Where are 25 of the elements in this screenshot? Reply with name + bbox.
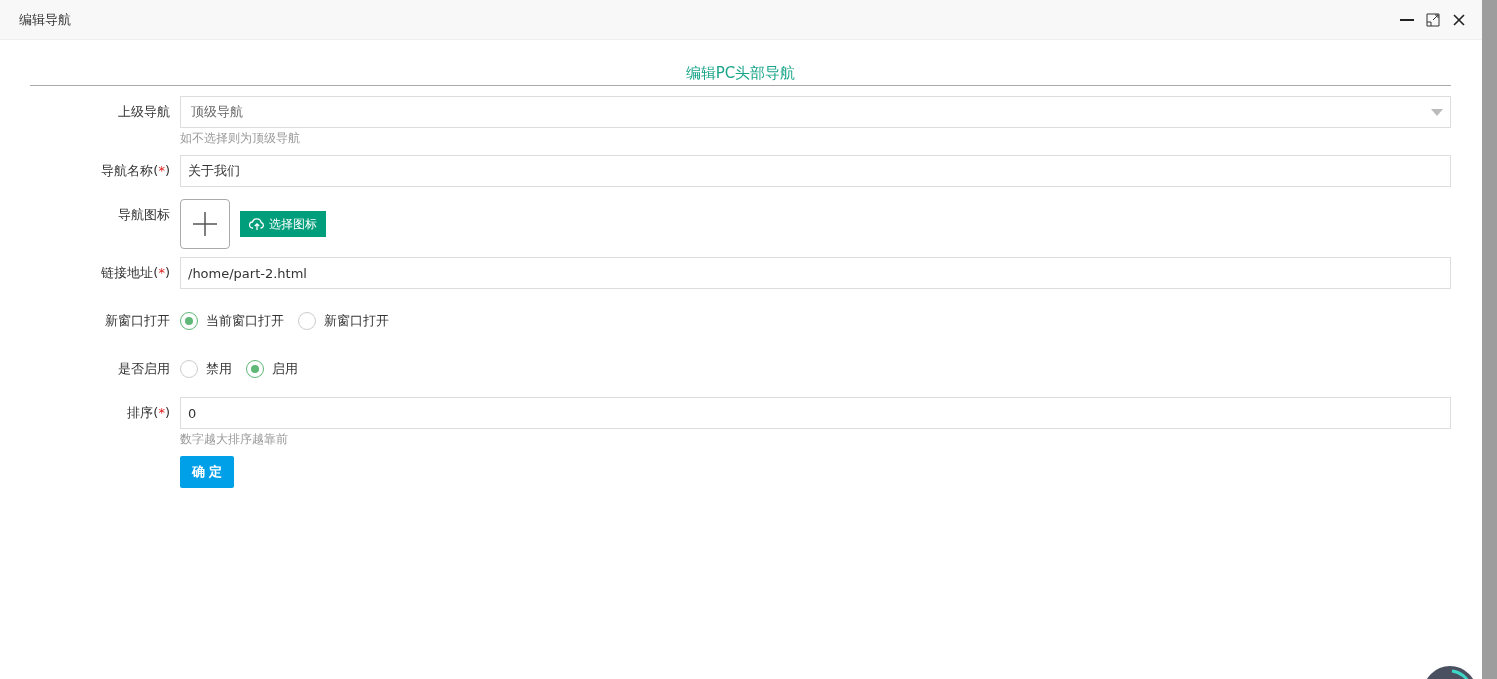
input-field[interactable]: /home/part-2.html [180, 257, 1451, 289]
hint-text: 如不选择则为顶级导航 [180, 130, 300, 147]
section-heading: 编辑PC头部导航 [30, 64, 1451, 86]
add-icon-button[interactable] [180, 199, 230, 249]
hint-text: 数字越大排序越靠前 [180, 431, 288, 448]
input-field[interactable]: 0 [180, 397, 1451, 429]
maximize-icon[interactable] [1426, 12, 1440, 27]
field-label: 上级导航 [117, 103, 171, 121]
upload-cloud-icon [249, 217, 265, 231]
window-title: 编辑导航 [19, 10, 72, 29]
close-icon[interactable] [1452, 12, 1466, 27]
select-dropdown[interactable]: 顶级导航 [180, 96, 1451, 128]
field-label: 排序(*) [126, 404, 171, 422]
field-label: 是否启用 [117, 360, 171, 378]
caret-icon [1431, 108, 1443, 116]
plus-icon [193, 212, 217, 236]
field-label: 链接地址(*) [100, 264, 171, 282]
field-label: 新窗口打开 [104, 312, 171, 330]
input-field[interactable]: 关于我们 [180, 155, 1451, 187]
radio-option[interactable]: 当前窗口打开 [180, 312, 284, 330]
radio-option[interactable]: 启用 [246, 360, 298, 378]
radio-option[interactable]: 禁用 [180, 360, 232, 378]
field-label: 导航名称(*) [100, 162, 171, 180]
field-label: 导航图标 [117, 206, 171, 224]
radio-option[interactable]: 新窗口打开 [298, 312, 389, 330]
